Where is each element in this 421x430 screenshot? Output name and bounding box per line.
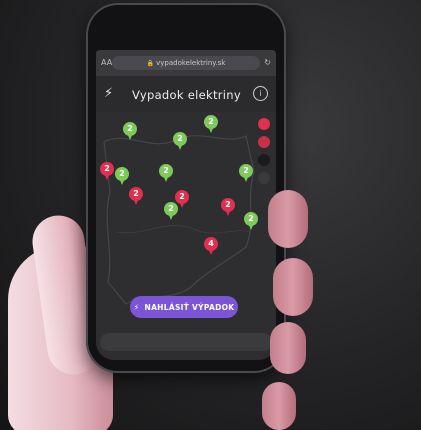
phone-screen: AA 🔒 vypadokelektriny.sk ↻ ⚡ Vypadok elek…	[96, 50, 276, 360]
map-pin-ok[interactable]: 2	[173, 132, 187, 150]
layer-outage-button[interactable]	[258, 118, 270, 130]
hand-finger	[262, 382, 296, 430]
map-pin-count: 2	[164, 202, 178, 216]
map-pin-count: 2	[159, 164, 173, 178]
app-header: ⚡ Vypadok elektriny i	[96, 76, 276, 112]
report-outage-label: NAHLÁSIŤ VÝPADOK	[144, 302, 235, 312]
map-pin-count: 2	[129, 187, 143, 201]
map-pin-ok[interactable]: 2	[164, 202, 178, 220]
map-pin-ok[interactable]: 2	[123, 122, 137, 140]
url-field[interactable]: 🔒 vypadokelektriny.sk	[112, 56, 260, 70]
layer-dark-button[interactable]	[258, 154, 270, 166]
map-pin-outage[interactable]: 2	[129, 187, 143, 205]
hand-finger	[273, 258, 313, 316]
layer-outage-alt-button[interactable]	[258, 136, 270, 148]
map-pin-count: 4	[204, 237, 218, 251]
lock-icon: 🔒	[146, 60, 155, 67]
map-pin-count: 2	[100, 162, 114, 176]
map-pin-ok[interactable]: 2	[204, 115, 218, 133]
map-pin-count: 2	[115, 167, 129, 181]
locate-button[interactable]	[258, 172, 270, 184]
hand-finger	[270, 322, 306, 374]
browser-address-bar: AA 🔒 vypadokelektriny.sk ↻	[96, 50, 276, 76]
map-pin-ok[interactable]: 2	[239, 164, 253, 182]
report-outage-button[interactable]: ⚡ NAHLÁSIŤ VÝPADOK	[130, 296, 238, 318]
map-pin-outage[interactable]: 4	[204, 237, 218, 255]
text-size-icon[interactable]: AA	[101, 56, 112, 70]
map-pin-count: 2	[239, 164, 253, 178]
map-pin-ok[interactable]: 2	[159, 164, 173, 182]
map-pin-count: 2	[244, 212, 258, 226]
reload-icon[interactable]: ↻	[264, 56, 271, 70]
url-text: vypadokelektriny.sk	[156, 59, 226, 67]
info-icon[interactable]: i	[253, 86, 268, 101]
bolt-icon: ⚡	[133, 302, 140, 312]
map-pin-count: 2	[204, 115, 218, 129]
map-pin-count: 2	[123, 122, 137, 136]
map-pin-ok[interactable]: 2	[115, 167, 129, 185]
photo-scene: AA 🔒 vypadokelektriny.sk ↻ ⚡ Vypadok elek…	[0, 0, 421, 430]
hand-finger	[268, 190, 308, 248]
map-pin-count: 2	[221, 198, 235, 212]
map-pin-ok[interactable]: 2	[244, 212, 258, 230]
map-pin-outage[interactable]: 2	[221, 198, 235, 216]
map-pin-outage[interactable]: 2	[100, 162, 114, 180]
bolt-icon: ⚡	[104, 86, 114, 101]
app-title: Vypadok elektriny	[132, 88, 241, 102]
map-pin-count: 2	[173, 132, 187, 146]
outage-map[interactable]: 2222222222242	[96, 112, 276, 360]
browser-bottom-bar	[100, 333, 272, 351]
